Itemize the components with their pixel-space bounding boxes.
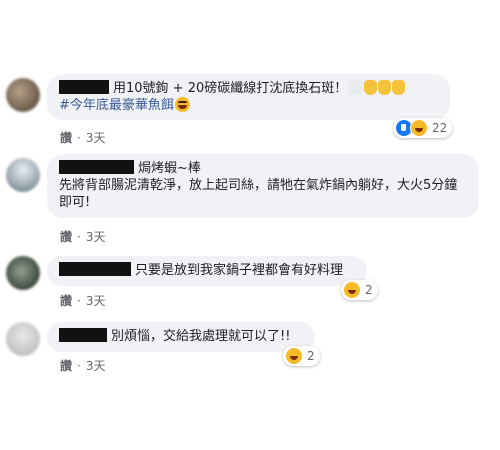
like-button[interactable]: 讚 <box>60 294 72 308</box>
thumbs-up-icon <box>392 80 406 95</box>
comment-author-line: 焗烤蝦~棒 <box>59 160 467 177</box>
comment-bubble: 用10號鉤 + 20磅碳纖線打沈底換石斑！ #今年底最豪華魚餌 <box>47 74 450 120</box>
laughing-icon <box>174 97 190 112</box>
like-button[interactable]: 讚 <box>60 131 72 145</box>
separator: · <box>77 230 81 244</box>
haha-reaction-icon <box>410 119 428 137</box>
comment-bubble: 別煩惱，交給我處理就可以了!! <box>47 322 315 352</box>
comment-text: 只要是放到我家鍋子裡都會有好料理 <box>135 263 344 278</box>
comment-actions: 讚 · 3天 <box>60 292 105 309</box>
reaction-count: 2 <box>307 349 315 363</box>
separator: · <box>77 131 81 145</box>
comment-actions: 讚 · 3天 <box>60 129 105 146</box>
comment-text-line-2: #今年底最豪華魚餌 <box>59 97 438 114</box>
thumbs-up-icon <box>364 80 378 95</box>
haha-reaction-icon <box>343 281 361 299</box>
avatar[interactable] <box>6 322 40 356</box>
author-name[interactable]: 焗烤蝦~棒 <box>138 161 201 176</box>
redacted-username <box>59 262 131 276</box>
comment-text: 用10號鉤 + 20磅碳纖線打沈底換石斑！ <box>113 81 348 96</box>
redacted-username <box>59 328 107 342</box>
like-button[interactable]: 讚 <box>60 359 72 373</box>
thumbs-up-icon <box>378 80 392 95</box>
comment-text-line: 只要是放到我家鍋子裡都會有好料理 <box>59 262 355 279</box>
timestamp-link[interactable]: 3天 <box>86 294 106 308</box>
comment-text-line: 用10號鉤 + 20磅碳纖線打沈底換石斑！ <box>59 80 438 97</box>
reaction-count: 2 <box>365 283 373 297</box>
avatar[interactable] <box>6 256 40 290</box>
fishing-reel-icon <box>348 80 364 95</box>
reaction-summary[interactable]: 2 <box>283 346 320 366</box>
comment-text: 先將背部腸泥清乾淨，放上起司絲，請牠在氣炸鍋內躺好，大火5分鐘即可! <box>59 178 458 210</box>
redacted-username <box>59 80 109 94</box>
timestamp-link[interactable]: 3天 <box>86 359 106 373</box>
like-button[interactable]: 讚 <box>60 230 72 244</box>
reaction-count: 22 <box>432 121 448 135</box>
reaction-summary[interactable]: 2 <box>341 280 378 300</box>
comment-actions: 讚 · 3天 <box>60 357 105 374</box>
hashtag-link[interactable]: #今年底最豪華魚餌 <box>59 98 174 113</box>
comment-text: 別煩惱，交給我處理就可以了!! <box>111 329 291 344</box>
redacted-username <box>59 160 134 174</box>
separator: · <box>77 359 81 373</box>
reaction-summary[interactable]: 22 <box>393 118 453 138</box>
timestamp-link[interactable]: 3天 <box>86 131 106 145</box>
haha-reaction-icon <box>285 347 303 365</box>
comment-bubble: 焗烤蝦~棒 先將背部腸泥清乾淨，放上起司絲，請牠在氣炸鍋內躺好，大火5分鐘即可! <box>47 154 479 218</box>
separator: · <box>77 294 81 308</box>
comment-actions: 讚 · 3天 <box>60 228 105 245</box>
comment-text-line: 別煩惱，交給我處理就可以了!! <box>59 328 303 345</box>
comment-bubble: 只要是放到我家鍋子裡都會有好料理 <box>47 256 367 286</box>
timestamp-link[interactable]: 3天 <box>86 230 106 244</box>
avatar[interactable] <box>6 78 40 112</box>
avatar[interactable] <box>6 158 40 192</box>
